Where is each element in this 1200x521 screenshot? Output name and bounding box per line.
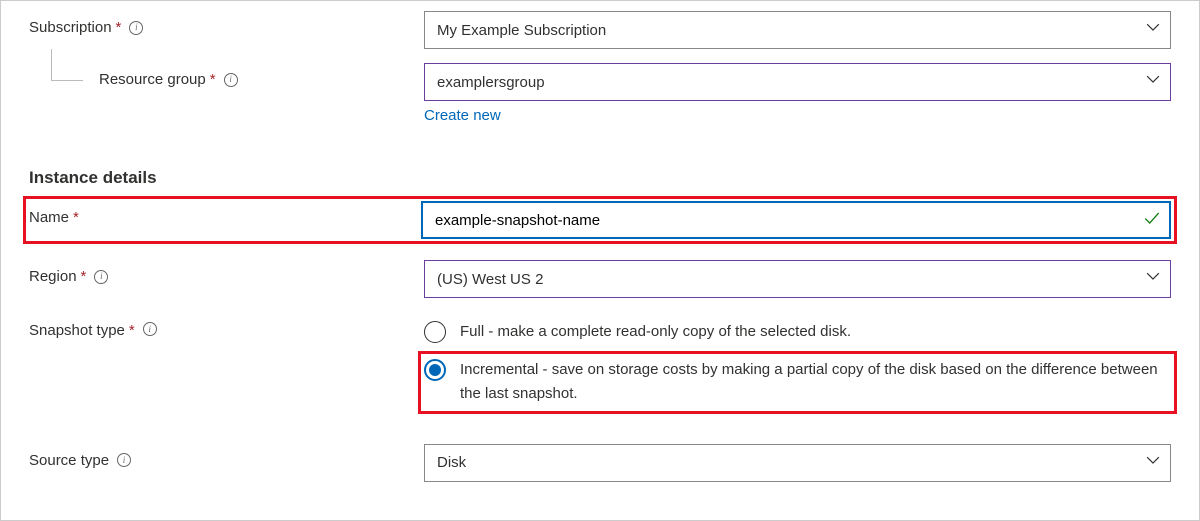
source-type-dropdown[interactable]: Disk bbox=[424, 444, 1171, 482]
radio-full-label: Full - make a complete read-only copy of… bbox=[460, 320, 1171, 343]
info-icon[interactable]: i bbox=[129, 21, 143, 35]
source-type-label: Source type bbox=[29, 452, 109, 469]
name-input[interactable] bbox=[421, 201, 1171, 239]
snapshot-type-label: Snapshot type bbox=[29, 322, 125, 339]
region-dropdown[interactable]: (US) West US 2 bbox=[424, 260, 1171, 298]
name-label: Name bbox=[29, 209, 69, 226]
info-icon[interactable]: i bbox=[117, 453, 131, 467]
resource-group-value: examplersgroup bbox=[437, 74, 545, 91]
required-asterisk: * bbox=[129, 322, 135, 339]
subscription-dropdown[interactable]: My Example Subscription bbox=[424, 11, 1171, 49]
info-icon[interactable]: i bbox=[224, 73, 238, 87]
source-type-value: Disk bbox=[437, 454, 466, 471]
radio-incremental-label: Incremental - save on storage costs by m… bbox=[460, 358, 1171, 405]
region-value: (US) West US 2 bbox=[437, 271, 543, 288]
region-label: Region bbox=[29, 268, 77, 285]
info-icon[interactable]: i bbox=[94, 270, 108, 284]
required-asterisk: * bbox=[73, 209, 79, 226]
resource-group-label: Resource group bbox=[99, 71, 206, 88]
chevron-down-icon bbox=[1146, 269, 1160, 287]
snapshot-type-full-row[interactable]: Full - make a complete read-only copy of… bbox=[424, 316, 1171, 347]
resource-group-dropdown[interactable]: examplersgroup bbox=[424, 63, 1171, 101]
required-asterisk: * bbox=[116, 19, 122, 36]
check-icon bbox=[1143, 209, 1161, 231]
radio-incremental[interactable] bbox=[424, 359, 446, 381]
radio-full[interactable] bbox=[424, 321, 446, 343]
chevron-down-icon bbox=[1146, 72, 1160, 90]
subscription-label: Subscription bbox=[29, 19, 112, 36]
name-highlight: Name * bbox=[23, 196, 1177, 244]
info-icon[interactable]: i bbox=[143, 322, 157, 336]
subscription-value: My Example Subscription bbox=[437, 22, 606, 39]
required-asterisk: * bbox=[210, 71, 216, 88]
create-new-link[interactable]: Create new bbox=[424, 107, 501, 124]
snapshot-type-incremental-row[interactable]: Incremental - save on storage costs by m… bbox=[424, 358, 1171, 405]
required-asterisk: * bbox=[81, 268, 87, 285]
instance-details-heading: Instance details bbox=[29, 168, 1171, 188]
incremental-highlight: Incremental - save on storage costs by m… bbox=[418, 351, 1177, 414]
tree-connector bbox=[51, 49, 83, 81]
chevron-down-icon bbox=[1146, 20, 1160, 38]
chevron-down-icon bbox=[1146, 453, 1160, 471]
